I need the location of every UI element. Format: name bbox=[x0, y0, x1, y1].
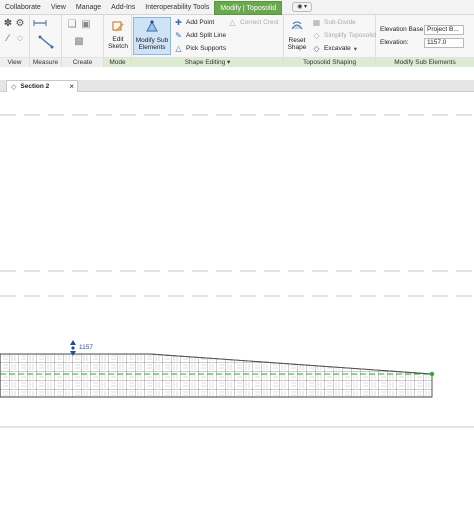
simplify-toposolid-button[interactable]: ◇ Simplify Toposolid bbox=[312, 31, 375, 40]
elevation-label: Elevation: bbox=[380, 39, 409, 46]
panel-mode: Edit Sketch Mode bbox=[104, 15, 132, 67]
chevron-down-icon: ▾ bbox=[353, 45, 358, 53]
shape-point[interactable] bbox=[429, 371, 435, 377]
panel-toposolid-shaping: Reset Shape ▦ Sub-Divide ◇ Simplify Toposo… bbox=[284, 15, 376, 67]
tab-view[interactable]: View bbox=[46, 0, 71, 15]
panel-create-label: Create bbox=[62, 57, 103, 67]
pick-supports-button[interactable]: △ Pick Supports bbox=[174, 44, 226, 53]
measure-icon[interactable] bbox=[33, 18, 47, 28]
modify-sub-elements-icon bbox=[145, 19, 159, 33]
tab-modify-toposolid[interactable]: Modify | Toposolid bbox=[214, 0, 283, 15]
panel-shape-editing: Modify Sub Elements ✚ Add Point ✎ Add Spli… bbox=[132, 15, 284, 67]
add-split-line-button[interactable]: ✎ Add Split Line bbox=[174, 31, 226, 40]
drawing-canvas[interactable]: 1157 bbox=[0, 92, 474, 513]
tab-collaborate[interactable]: Collaborate bbox=[0, 0, 46, 15]
elevation-tag[interactable]: 1157 bbox=[79, 344, 93, 351]
close-inactive-icon[interactable]: ◌ bbox=[15, 34, 25, 44]
tab-manage[interactable]: Manage bbox=[71, 0, 106, 15]
switch-windows-icon[interactable]: ∕ bbox=[3, 34, 13, 44]
sub-divide-button[interactable]: ▦ Sub-Divide bbox=[312, 18, 356, 27]
tab-interoperability-tools[interactable]: Interoperability Tools bbox=[140, 0, 214, 15]
elevation-base-select[interactable]: Project B... bbox=[424, 25, 464, 35]
panel-toposolid-shaping-label: Toposolid Shaping bbox=[284, 57, 375, 67]
view-tab-section-2[interactable]: ◇ Section 2 × bbox=[6, 80, 78, 92]
view-tab-label: Section 2 bbox=[20, 83, 50, 90]
elevation-input[interactable]: 1157.0 bbox=[424, 38, 464, 48]
ribbon-tab-bar: Collaborate View Manage Add-Ins Interope… bbox=[0, 0, 474, 15]
modify-sub-elements-label: Modify Sub Elements bbox=[135, 37, 169, 51]
panel-measure: Measure bbox=[30, 15, 62, 67]
hide-element-icon[interactable]: ⚙ bbox=[15, 19, 25, 29]
toposolid-section[interactable] bbox=[0, 353, 433, 398]
panel-view: ✽ ⚙ ∕ ◌ View bbox=[0, 15, 30, 67]
create-assembly-icon[interactable]: ▩ bbox=[72, 35, 86, 49]
sub-divide-icon: ▦ bbox=[312, 18, 321, 27]
simplify-toposolid-icon: ◇ bbox=[313, 31, 320, 40]
reset-shape-icon[interactable] bbox=[290, 19, 304, 33]
reset-shape-label[interactable]: Reset Shape bbox=[284, 37, 310, 51]
thin-lines-icon[interactable]: ✽ bbox=[3, 19, 13, 29]
tab-add-ins[interactable]: Add-Ins bbox=[106, 0, 140, 15]
pick-supports-icon: △ bbox=[175, 44, 182, 53]
add-split-line-icon: ✎ bbox=[175, 31, 182, 40]
create-similar-icon[interactable]: ❏ bbox=[66, 19, 78, 31]
view-tab-strip: ◇ Section 2 × bbox=[0, 80, 474, 92]
panel-mode-label: Mode bbox=[104, 57, 131, 67]
edit-sketch-label[interactable]: Edit Sketch bbox=[107, 36, 129, 50]
panel-create: ❏ ▣ ▩ Create bbox=[62, 15, 104, 67]
dimension-icon[interactable] bbox=[38, 35, 54, 49]
excavate-button[interactable]: ◇ Excavate ▾ bbox=[312, 44, 357, 53]
panel-view-label: View bbox=[0, 57, 29, 67]
correct-crest-icon: △ bbox=[229, 18, 236, 27]
create-group-icon[interactable]: ▣ bbox=[80, 19, 92, 31]
correct-crest-button[interactable]: △ Correct Crest bbox=[228, 18, 278, 27]
section-view-icon: ◇ bbox=[11, 83, 17, 91]
panel-modify-sub-elements: Elevation Base: Project B... Elevation: … bbox=[376, 15, 474, 67]
close-icon[interactable]: × bbox=[69, 82, 74, 91]
panel-shape-editing-label[interactable]: Shape Editing ▾ bbox=[132, 57, 283, 67]
panel-measure-label: Measure bbox=[30, 57, 61, 67]
section-drawing[interactable]: 1157 bbox=[0, 92, 474, 513]
add-point-button[interactable]: ✚ Add Point bbox=[174, 18, 214, 27]
elevation-base-label: Elevation Base: bbox=[380, 26, 426, 33]
ribbon-display-toggle[interactable]: ◉ ▾ bbox=[292, 2, 313, 12]
panel-modify-sub-elements-label: Modify Sub Elements bbox=[376, 57, 474, 67]
add-point-icon: ✚ bbox=[175, 18, 182, 27]
chevron-down-icon: ▾ bbox=[227, 59, 231, 66]
excavate-icon: ◇ bbox=[313, 44, 320, 53]
ribbon: ✽ ⚙ ∕ ◌ View Measure ❏ ▣ ▩ Create Edit S… bbox=[0, 15, 474, 67]
edit-sketch-icon[interactable] bbox=[112, 21, 124, 33]
